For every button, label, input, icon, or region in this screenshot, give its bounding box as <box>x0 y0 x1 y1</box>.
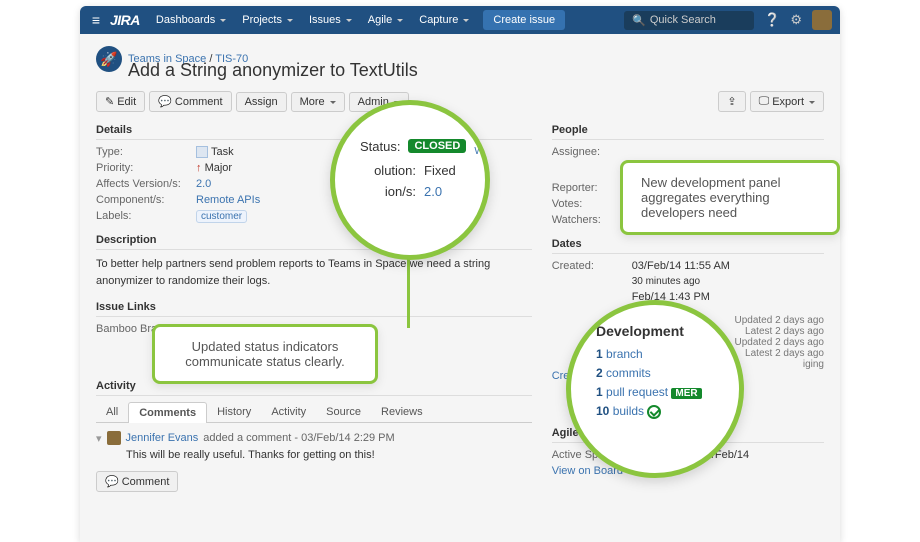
edit-button[interactable]: ✎Edit <box>96 91 145 112</box>
comment-icon: 💬 <box>105 475 119 488</box>
share-icon: ⇪ <box>727 95 736 108</box>
dev-branch-row[interactable]: 1 branch <box>596 347 729 361</box>
nav-agile[interactable]: Agile <box>362 10 409 30</box>
export-button[interactable]: 🖵 Export <box>750 91 824 112</box>
success-check-icon <box>647 405 661 419</box>
commenter-avatar <box>107 431 121 445</box>
dev-pr-row[interactable]: 1 pull request MER <box>596 385 729 399</box>
nav-capture[interactable]: Capture <box>413 10 475 30</box>
create-issue-button[interactable]: Create issue <box>483 10 565 30</box>
quick-search[interactable]: 🔍 <box>624 11 754 30</box>
activity-tabs: All Comments History Activity Source Rev… <box>96 402 532 423</box>
issue-toolbar: ✎Edit 💬Comment Assign More Admin ⇪ 🖵 Exp… <box>96 91 824 112</box>
tab-comments[interactable]: Comments <box>128 402 207 423</box>
priority-major-icon: ↑ <box>196 162 202 174</box>
fix-version-link[interactable]: 2.0 <box>424 184 442 199</box>
tab-source[interactable]: Source <box>316 402 371 422</box>
project-icon: 🚀 <box>96 46 122 72</box>
nav-issues[interactable]: Issues <box>303 10 358 30</box>
development-callout-circle: Development 1 branch 2 commits 1 pull re… <box>566 300 744 478</box>
share-button[interactable]: ⇪ <box>718 91 745 112</box>
component-link[interactable]: Remote APIs <box>196 194 260 206</box>
tab-all[interactable]: All <box>96 402 128 422</box>
merged-badge: MER <box>671 388 701 399</box>
status-callout-circle: Status:CLOSED( View Workflow olution:Fix… <box>330 100 490 260</box>
export-icon: 🖵 <box>759 95 770 108</box>
jira-logo[interactable]: JIRA <box>110 12 140 28</box>
activity-section: Activity All Comments History Activity S… <box>96 380 532 492</box>
description-section: Description To better help partners send… <box>96 234 532 289</box>
tab-history[interactable]: History <box>207 402 261 422</box>
collapse-icon[interactable]: ▾ <box>96 432 102 445</box>
tab-activity[interactable]: Activity <box>261 402 316 422</box>
comment-icon: 💬 <box>158 95 172 108</box>
dev-callout-box: New development panel aggregates everyth… <box>620 160 840 235</box>
hamburger-icon[interactable]: ≡ <box>88 12 104 28</box>
commenter-name[interactable]: Jennifer Evans <box>126 432 199 444</box>
dates-section: Dates Created:03/Feb/14 11:55 AM 30 minu… <box>552 238 824 303</box>
help-icon[interactable]: ❔ <box>764 12 780 28</box>
user-avatar[interactable] <box>812 10 832 30</box>
tab-reviews[interactable]: Reviews <box>371 402 433 422</box>
nav-dashboards[interactable]: Dashboards <box>150 10 232 30</box>
gear-icon[interactable]: ⚙ <box>790 12 802 28</box>
label-tag[interactable]: customer <box>196 210 247 223</box>
add-comment-button[interactable]: 💬Comment <box>96 471 178 492</box>
affects-version-link[interactable]: 2.0 <box>196 178 211 190</box>
dev-commits-row[interactable]: 2 commits <box>596 366 729 380</box>
issue-title: Add a String anonymizer to TextUtils <box>128 60 824 81</box>
top-nav: ≡ JIRA Dashboards Projects Issues Agile … <box>80 6 840 34</box>
assign-button[interactable]: Assign <box>236 92 287 112</box>
search-input[interactable] <box>650 14 750 26</box>
callout-connector <box>407 258 410 328</box>
dev-builds-row[interactable]: 10 builds <box>596 404 729 419</box>
search-icon: 🔍 <box>632 14 646 27</box>
comment-button[interactable]: 💬Comment <box>149 91 231 112</box>
comment-header: ▾ Jennifer Evans added a comment - 03/Fe… <box>96 431 532 445</box>
status-badge: CLOSED <box>408 139 466 153</box>
task-icon <box>196 146 208 158</box>
description-text: To better help partners send problem rep… <box>96 256 532 289</box>
comment-body: This will be really useful. Thanks for g… <box>126 449 532 461</box>
more-button[interactable]: More <box>291 92 345 112</box>
nav-projects[interactable]: Projects <box>236 10 299 30</box>
pencil-icon: ✎ <box>105 95 114 108</box>
status-callout-box: Updated status indicators communicate st… <box>152 324 378 384</box>
